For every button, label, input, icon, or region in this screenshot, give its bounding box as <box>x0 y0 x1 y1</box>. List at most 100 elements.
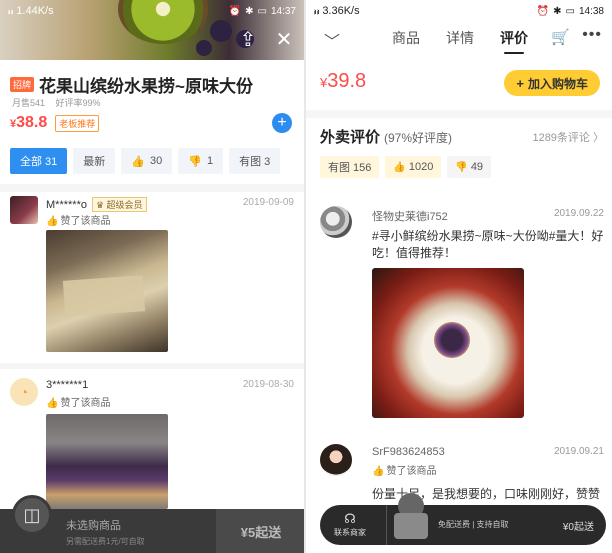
filter-positive[interactable]: 👍 30 <box>121 148 173 174</box>
battery-icon: ▭ <box>257 5 267 17</box>
headset-icon: ☊ <box>344 511 356 526</box>
signature-tag: 招牌 <box>10 77 35 92</box>
add-item-button[interactable]: + <box>272 113 292 133</box>
avatar[interactable]: ◔ <box>10 378 38 406</box>
divider <box>306 110 612 118</box>
more-icon[interactable]: ••• <box>582 26 602 44</box>
cart-icon[interactable]: ◫ <box>12 495 52 535</box>
network-speed: 3.36K/s <box>322 5 360 17</box>
review-date: 2019-08-30 <box>242 379 294 390</box>
signal-icon: ᵢₗₗ ᵢₗₗ <box>314 5 319 16</box>
bluetooth-icon: ✱ <box>245 5 254 17</box>
network-speed: 1.44K/s <box>16 5 54 17</box>
thumbs-down-icon: 👎 <box>455 161 468 173</box>
thumbs-down-icon: 👎 <box>188 155 202 168</box>
chevron-right-icon: 〉 <box>593 132 604 144</box>
thumbs-up-icon: 👍 <box>393 161 406 173</box>
filter-with-photo[interactable]: 有图 3 <box>229 148 281 174</box>
product-price: ¥39.8 <box>320 70 367 92</box>
filter-all[interactable]: 全部 31 <box>10 148 68 174</box>
tab-bar: 商品 详情 评价 <box>392 28 528 54</box>
bottom-action-bar: ☊ 联系商家 免配送费 | 支持自取 ¥0起送 <box>320 493 606 545</box>
review-text: #寻小鲜缤纷水果捞~原味~大份呦#量大！好吃！值得推荐！ <box>372 229 604 260</box>
divider <box>386 505 387 545</box>
product-meta: 月售541 好评率99% <box>12 96 109 109</box>
delivery-info: 免配送费 | 支持自取 <box>438 520 509 529</box>
share-icon[interactable]: ⇪ <box>236 28 260 52</box>
detail-nav: ﹀ 商品 详情 评价 🛒 ••• <box>306 22 612 56</box>
review-photo[interactable] <box>46 230 168 352</box>
chip-negative[interactable]: 👎 49 <box>447 156 492 178</box>
signal-icon: ᵢₗₗ ᵢₗₗ <box>8 5 13 16</box>
product-title-row: 招牌 花果山缤纷水果捞~原味大份 <box>10 72 296 97</box>
avatar[interactable] <box>320 444 352 476</box>
review-photo[interactable] <box>46 414 168 509</box>
reviewer-name: 3*******1 <box>46 379 89 391</box>
good-rate: 好评率99% <box>55 98 101 108</box>
reviewer-name: SrF983624853 <box>372 446 445 458</box>
boss-recommend-tag: 老板推荐 <box>55 114 100 132</box>
review-date: 2019-09-09 <box>242 197 294 208</box>
left-screen: ᵢₗₗ ᵢₗₗ 1.44K/s ⏰ ✱ ▭ 14:37 ⇪ ✕ 招牌 花果山缤纷… <box>0 0 306 553</box>
review-date: 2019.09.21 <box>553 446 604 457</box>
chip-with-photo[interactable]: 有图 156 <box>320 156 380 178</box>
review-item: M******o ♛ 超级会员 2019-09-09 👍 赞了该商品 <box>10 196 294 361</box>
thumbs-up-icon: 👍 <box>372 466 385 477</box>
liked-label: 👍 赞了该商品 <box>46 398 111 409</box>
plus-icon: + <box>516 75 524 91</box>
thumbs-up-icon: 👍 <box>131 155 145 168</box>
filter-latest[interactable]: 最新 <box>73 148 116 174</box>
tab-reviews[interactable]: 评价 <box>500 28 528 54</box>
reviewer-name: 怪物史莱德i752 <box>372 211 448 223</box>
product-title: 花果山缤纷水果捞~原味大份 <box>39 77 253 96</box>
add-to-cart-button[interactable]: + 加入购物车 <box>504 70 600 96</box>
alarm-icon: ⏰ <box>536 5 550 17</box>
review-count-link[interactable]: 1289条评论 〉 <box>532 129 604 145</box>
tab-goods[interactable]: 商品 <box>392 28 420 48</box>
status-bar: ᵢₗₗ ᵢₗₗ 1.44K/s ⏰ ✱ ▭ 14:37 <box>0 0 304 22</box>
review-photo[interactable] <box>372 268 524 418</box>
reviews-section-title: 外卖评价 (97%好评度) <box>320 129 453 146</box>
good-rate: (97%好评度) <box>384 131 453 145</box>
divider <box>0 363 304 369</box>
chevron-down-icon[interactable]: ﹀ <box>324 28 340 52</box>
filter-negative[interactable]: 👎 1 <box>178 148 224 174</box>
chip-positive[interactable]: 👍 1020 <box>385 156 442 178</box>
clock-time: 14:37 <box>270 5 296 17</box>
liked-label: 👍 赞了该商品 <box>372 466 437 477</box>
review-date: 2019.09.22 <box>553 208 604 219</box>
alarm-icon: ⏰ <box>228 5 242 17</box>
thumbs-up-icon: 👍 <box>46 216 59 227</box>
product-price: ¥38.8 <box>10 114 48 131</box>
review-filter-chips: 有图 156 👍 1020 👎 49 <box>320 156 492 178</box>
thumbs-up-icon: 👍 <box>46 398 59 409</box>
cart-bar: ◫ 未选购商品 另需配送费1元/可自取 ¥5起送 <box>0 495 304 553</box>
reviewer-name: M******o ♛ 超级会员 <box>46 197 147 212</box>
cart-summary: 未选购商品 另需配送费1元/可自取 <box>66 517 145 547</box>
right-screen: ᵢₗₗ ᵢₗₗ 3.36K/s ⏰ ✱ ▭ 14:38 ﹀ 商品 详情 评价 🛒… <box>306 0 612 553</box>
clock-time: 14:38 <box>578 5 604 17</box>
contact-merchant-button[interactable]: ☊ 联系商家 <box>334 511 366 538</box>
min-order-label: ¥0起送 <box>562 522 594 533</box>
close-icon[interactable]: ✕ <box>272 28 296 52</box>
liked-label: 👍 赞了该商品 <box>46 216 111 227</box>
status-bar: ᵢₗₗ ᵢₗₗ 3.36K/s ⏰ ✱ ▭ 14:38 <box>306 0 612 22</box>
divider <box>0 184 304 192</box>
super-member-badge: ♛ 超级会员 <box>91 197 147 212</box>
review-item: 怪物史莱德i752 2019.09.22 #寻小鲜缤纷水果捞~原味~大份呦#量大… <box>320 206 604 426</box>
shopping-bag-icon[interactable] <box>392 493 430 541</box>
tab-details[interactable]: 详情 <box>446 28 474 48</box>
delivery-fee-note: 另需配送费1元/可自取 <box>66 537 145 546</box>
avatar[interactable] <box>320 206 352 238</box>
cart-empty-label: 未选购商品 <box>66 520 121 532</box>
min-order-button[interactable]: ¥5起送 <box>216 509 304 553</box>
review-item: SrF983624853 2019.09.21 👍 赞了该商品 份量十足，是我想要… <box>320 444 604 504</box>
bluetooth-icon: ✱ <box>553 5 562 17</box>
monthly-sales: 月售541 <box>12 98 46 108</box>
price-row: ¥38.8 老板推荐 <box>10 114 100 132</box>
review-filters: 全部 31 最新 👍 30 👎 1 有图 3 <box>10 148 281 174</box>
review-item: ◔ 3*******1 2019-08-30 👍 赞了该商品 <box>10 378 294 518</box>
avatar[interactable] <box>10 196 38 224</box>
battery-icon: ▭ <box>565 5 575 17</box>
cart-icon[interactable]: 🛒 <box>551 28 570 46</box>
